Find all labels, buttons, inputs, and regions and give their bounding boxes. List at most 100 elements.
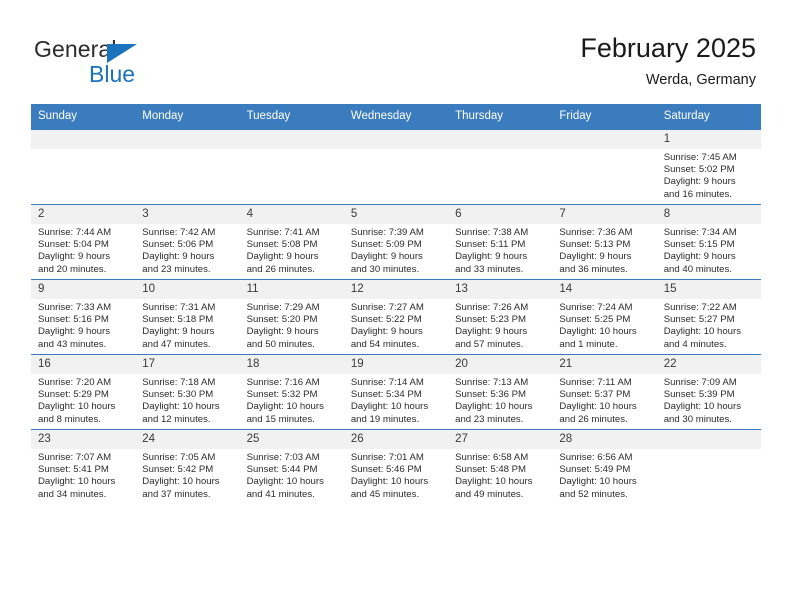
day-cell[interactable]: 1 Sunrise: 7:45 AM Sunset: 5:02 PM Dayli… [656,129,761,205]
daylight-text-line1: Daylight: 10 hours [246,476,324,488]
day-details: Sunrise: 7:29 AM Sunset: 5:20 PM Dayligh… [240,299,344,351]
day-cell[interactable]: 14 Sunrise: 7:24 AM Sunset: 5:25 PM Dayl… [552,279,657,355]
day-details: Sunrise: 7:26 AM Sunset: 5:23 PM Dayligh… [448,299,552,351]
weekday-header-sunday: Sunday [31,104,136,130]
sunset-text: Sunset: 5:39 PM [663,389,735,401]
calendar-week-row: 23 Sunrise: 7:07 AM Sunset: 5:41 PM Dayl… [31,429,761,504]
daylight-text-line1: Daylight: 10 hours [663,326,742,338]
sunset-text: Sunset: 5:29 PM [38,389,109,401]
day-number: 15 [656,280,761,299]
day-cell[interactable]: 18 Sunrise: 7:16 AM Sunset: 5:32 PM Dayl… [239,354,344,430]
day-details: Sunrise: 7:24 AM Sunset: 5:25 PM Dayligh… [552,299,656,351]
daylight-text-line1: Daylight: 9 hours [246,251,319,263]
sunset-text: Sunset: 5:41 PM [38,464,109,476]
day-cell[interactable]: 21 Sunrise: 7:11 AM Sunset: 5:37 PM Dayl… [552,354,657,430]
page-subtitle: Werda, Germany [645,72,756,88]
day-cell[interactable]: 2 Sunrise: 7:44 AM Sunset: 5:04 PM Dayli… [31,204,136,280]
day-number: 5 [343,205,449,224]
day-number: 26 [343,430,449,449]
day-number: 4 [239,205,344,224]
day-cell[interactable]: 11 Sunrise: 7:29 AM Sunset: 5:20 PM Dayl… [239,279,344,355]
daylight-text-line1: Daylight: 10 hours [559,326,637,338]
daylight-text-line2: and 54 minutes. [350,338,420,350]
daylight-text-line2: and 52 minutes. [559,488,628,500]
day-number [656,430,761,449]
day-number: 1 [656,130,761,149]
calendar-week-row: 1 Sunrise: 7:45 AM Sunset: 5:02 PM Dayli… [31,129,761,205]
day-number: 21 [552,355,657,374]
sunrise-text: Sunrise: 7:09 AM [663,377,737,388]
day-cell-empty [135,129,240,205]
day-cell[interactable]: 27 Sunrise: 6:58 AM Sunset: 5:48 PM Dayl… [448,429,553,504]
day-details: Sunrise: 7:27 AM Sunset: 5:22 PM Dayligh… [344,299,448,351]
day-details: Sunrise: 7:16 AM Sunset: 5:32 PM Dayligh… [240,374,344,426]
sunset-text: Sunset: 5:49 PM [559,464,631,476]
daylight-text-line1: Daylight: 10 hours [142,476,220,488]
daylight-text-line1: Daylight: 9 hours [246,326,319,338]
sunrise-text: Sunrise: 7:07 AM [38,452,112,463]
day-cell[interactable]: 20 Sunrise: 7:13 AM Sunset: 5:36 PM Dayl… [448,354,553,430]
daylight-text-line2: and 49 minutes. [455,488,524,500]
sunrise-text: Sunrise: 7:05 AM [142,452,216,463]
day-cell[interactable]: 25 Sunrise: 7:03 AM Sunset: 5:44 PM Dayl… [239,429,344,504]
weekday-header-saturday: Saturday [656,104,761,130]
day-cell-empty [31,129,136,205]
day-details: Sunrise: 7:42 AM Sunset: 5:06 PM Dayligh… [135,224,239,276]
daylight-text-line1: Daylight: 10 hours [246,401,324,413]
daylight-text-line2: and 19 minutes. [350,413,420,425]
daylight-text-line1: Daylight: 9 hours [38,251,110,263]
sunrise-text: Sunrise: 7:03 AM [246,452,320,463]
day-cell[interactable]: 7 Sunrise: 7:36 AM Sunset: 5:13 PM Dayli… [552,204,657,280]
day-cell[interactable]: 4 Sunrise: 7:41 AM Sunset: 5:08 PM Dayli… [239,204,344,280]
daylight-text-line2: and 23 minutes. [142,263,211,275]
weekday-header-thursday: Thursday [448,104,553,130]
day-number: 17 [135,355,240,374]
day-details: Sunrise: 7:11 AM Sunset: 5:37 PM Dayligh… [552,374,656,426]
daylight-text-line1: Daylight: 10 hours [350,401,429,413]
day-number: 22 [656,355,761,374]
weekday-header-friday: Friday [552,104,657,130]
daylight-text-line2: and 34 minutes. [38,488,107,500]
day-cell[interactable]: 12 Sunrise: 7:27 AM Sunset: 5:22 PM Dayl… [343,279,449,355]
day-cell[interactable]: 8 Sunrise: 7:34 AM Sunset: 5:15 PM Dayli… [656,204,761,280]
day-cell[interactable]: 10 Sunrise: 7:31 AM Sunset: 5:18 PM Dayl… [135,279,240,355]
day-cell[interactable]: 24 Sunrise: 7:05 AM Sunset: 5:42 PM Dayl… [135,429,240,504]
sunset-text: Sunset: 5:32 PM [246,389,318,401]
daylight-text-line2: and 1 minute. [559,338,618,350]
day-number: 14 [552,280,657,299]
day-number [239,130,344,149]
day-cell[interactable]: 13 Sunrise: 7:26 AM Sunset: 5:23 PM Dayl… [448,279,553,355]
day-number: 8 [656,205,761,224]
day-cell[interactable]: 15 Sunrise: 7:22 AM Sunset: 5:27 PM Dayl… [656,279,761,355]
daylight-text-line2: and 45 minutes. [350,488,420,500]
day-cell[interactable]: 22 Sunrise: 7:09 AM Sunset: 5:39 PM Dayl… [656,354,761,430]
sunrise-text: Sunrise: 7:44 AM [38,227,112,238]
daylight-text-line1: Daylight: 9 hours [663,251,736,263]
day-cell[interactable]: 16 Sunrise: 7:20 AM Sunset: 5:29 PM Dayl… [31,354,136,430]
day-cell[interactable]: 6 Sunrise: 7:38 AM Sunset: 5:11 PM Dayli… [448,204,553,280]
day-cell[interactable]: 5 Sunrise: 7:39 AM Sunset: 5:09 PM Dayli… [343,204,449,280]
day-details: Sunrise: 7:14 AM Sunset: 5:34 PM Dayligh… [344,374,448,426]
day-cell[interactable]: 19 Sunrise: 7:14 AM Sunset: 5:34 PM Dayl… [343,354,449,430]
calendar-week-row: 16 Sunrise: 7:20 AM Sunset: 5:29 PM Dayl… [31,354,761,430]
day-cell[interactable]: 26 Sunrise: 7:01 AM Sunset: 5:46 PM Dayl… [343,429,449,504]
daylight-text-line1: Daylight: 10 hours [455,401,533,413]
daylight-text-line1: Daylight: 9 hours [455,326,528,338]
daylight-text-line1: Daylight: 10 hours [350,476,429,488]
day-number: 20 [448,355,553,374]
logo-text-general: General [34,36,117,62]
sunset-text: Sunset: 5:37 PM [559,389,631,401]
day-details: Sunrise: 7:01 AM Sunset: 5:46 PM Dayligh… [344,449,448,501]
day-cell[interactable]: 28 Sunrise: 6:56 AM Sunset: 5:49 PM Dayl… [552,429,657,504]
day-details: Sunrise: 7:45 AM Sunset: 5:02 PM Dayligh… [657,149,761,201]
day-number: 6 [448,205,553,224]
day-cell[interactable]: 23 Sunrise: 7:07 AM Sunset: 5:41 PM Dayl… [31,429,136,504]
day-details: Sunrise: 7:33 AM Sunset: 5:16 PM Dayligh… [31,299,135,351]
sunset-text: Sunset: 5:16 PM [38,314,109,326]
day-cell[interactable]: 3 Sunrise: 7:42 AM Sunset: 5:06 PM Dayli… [135,204,240,280]
daylight-text-line1: Daylight: 10 hours [38,401,116,413]
day-cell[interactable]: 9 Sunrise: 7:33 AM Sunset: 5:16 PM Dayli… [31,279,136,355]
day-cell[interactable]: 17 Sunrise: 7:18 AM Sunset: 5:30 PM Dayl… [135,354,240,430]
page-title: February 2025 [580,33,756,63]
daylight-text-line1: Daylight: 9 hours [559,251,632,263]
